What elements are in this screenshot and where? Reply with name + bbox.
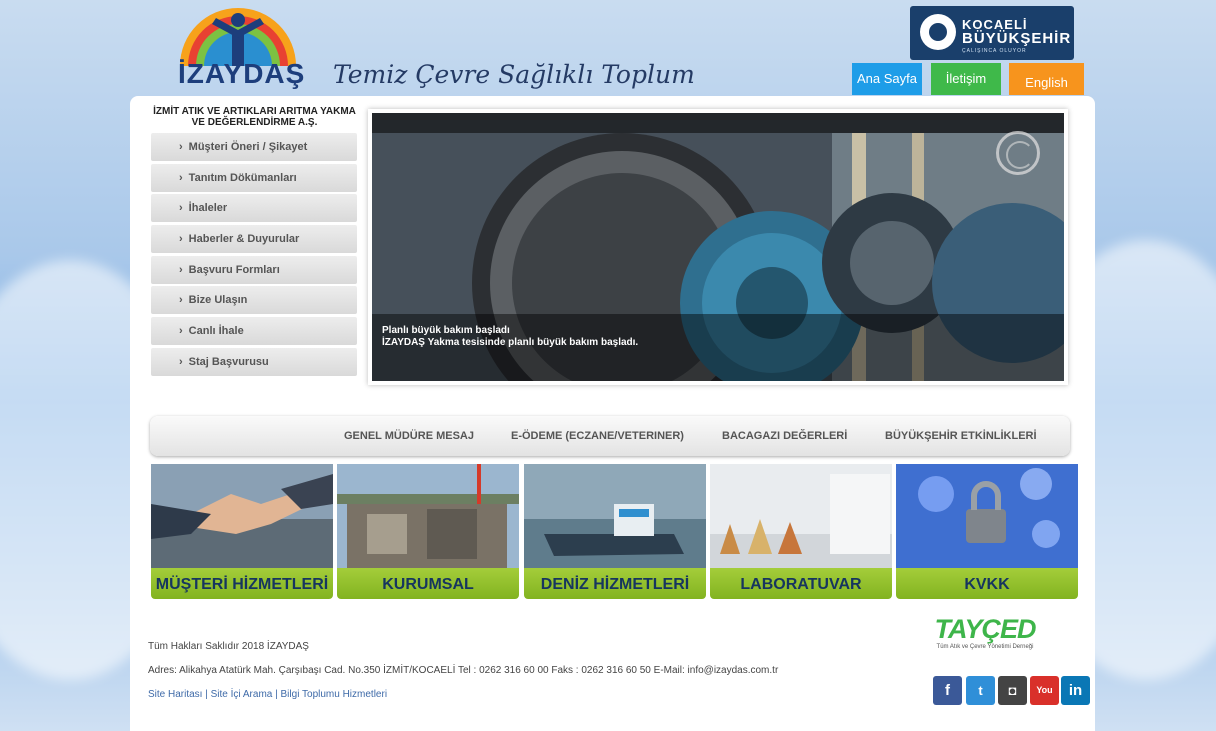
sidebar-menu: › Müşteri Öneri / Şikayet › Tanıtım Döküma… [151,133,357,379]
chevron-right-icon: › [179,202,183,215]
tile-image-boat [524,464,706,568]
sidebar-item-news[interactable]: › Haberler & Duyurular [151,225,357,254]
news-slider[interactable]: Planlı büyük bakım başladı İZAYDAŞ Yakma… [368,109,1068,385]
sidebar-item-label: Başvuru Formları [188,263,280,276]
sidebar-item-live-tender[interactable]: › Canlı İhale [151,317,357,346]
chevron-right-icon: › [179,294,183,307]
footer-address: Adres: Alikahya Atatürk Mah. Çarşıbaşı C… [148,665,779,676]
chevron-right-icon: › [179,171,183,184]
izaydas-logo[interactable]: İZAYDAŞ [178,6,306,90]
tile-laboratory[interactable]: LABORATUVAR [710,464,892,599]
tile-image-handshake [151,464,333,568]
sidebar-item-contact[interactable]: › Bize Ulaşın [151,286,357,315]
footer-link-sitemap[interactable]: Site Haritası [148,689,202,700]
linkedin-icon[interactable]: in [1061,676,1090,705]
sidebar-item-label: Tanıtım Dökümanları [188,171,297,184]
slider-loading-icon [996,131,1040,175]
slider-caption-title: Planlı büyük bakım başladı [382,325,510,336]
footer-links: Site Haritası | Site İçi Arama | Bilgi T… [148,689,387,700]
logo-emblem [180,8,296,66]
tile-label: MÜŞTERİ HİZMETLERİ [151,568,333,599]
chevron-right-icon: › [179,233,183,246]
tayced-logo-text: TAYÇED [934,614,1037,644]
facebook-icon[interactable]: f [933,676,962,705]
tile-marine-services[interactable]: DENİZ HİZMETLERİ [524,464,706,599]
twitter-icon[interactable]: t [966,676,995,705]
slider-caption[interactable]: Planlı büyük bakım başladı İZAYDAŞ Yakma… [372,314,1064,381]
tile-image-padlock [896,464,1078,568]
quick-link-flue-gas[interactable]: BACAGAZI DEĞERLERİ [722,430,847,442]
sidebar-item-label: İhaleler [188,202,228,215]
sidebar-item-tenders[interactable]: › İhaleler [151,194,357,223]
youtube-icon[interactable]: You [1030,676,1059,705]
footer-separator: | [205,689,208,700]
tile-kvkk[interactable]: KVKK [896,464,1078,599]
slider-caption-text: İZAYDAŞ Yakma tesisinde planlı büyük bak… [382,337,639,348]
chevron-right-icon: › [179,141,183,153]
sidebar-item-label: Haberler & Duyurular [188,233,300,246]
sidebar-item-forms[interactable]: › Başvuru Formları [151,255,357,284]
tile-customer-services[interactable]: MÜŞTERİ HİZMETLERİ [151,464,333,599]
tile-image-plant [337,464,519,568]
footer-copyright: Tüm Hakları Saklıdır 2018 İZAYDAŞ [148,641,309,652]
sidebar-item-documents[interactable]: › Tanıtım Dökümanları [151,163,357,192]
tile-corporate[interactable]: KURUMSAL [337,464,519,599]
tile-label: DENİZ HİZMETLERİ [524,568,706,599]
instagram-icon[interactable]: ◘ [998,676,1027,705]
tile-label: KVKK [896,568,1078,599]
kocaeli-buyuksehir-logo[interactable]: KOCAELİ BÜYÜKŞEHİR ÇALIŞINCA OLUYOR [910,6,1074,60]
sidebar-item-label: Canlı İhale [188,325,244,338]
quick-link-metropolitan-events[interactable]: BÜYÜKŞEHİR ETKİNLİKLERİ [885,430,1037,442]
kocaeli-emblem-icon [920,14,956,50]
quick-link-e-payment[interactable]: E-ÖDEME (ECZANE/VETERINER) [511,430,684,442]
quick-link-gm-message[interactable]: GENEL MÜDÜRE MESAJ [344,430,474,442]
sidebar-item-label: Staj Başvurusu [188,355,269,368]
chevron-right-icon: › [179,325,183,338]
sidebar-item-label: Bize Ulaşın [188,294,248,307]
home-button[interactable]: Ana Sayfa [852,63,922,95]
kocaeli-logo-line2: BÜYÜKŞEHİR [962,30,1072,47]
tayced-logo[interactable]: TAYÇED Tüm Atık ve Çevre Yönetimi Derneğ… [922,614,1048,654]
chevron-right-icon: › [179,355,183,368]
sidebar-item-complaints[interactable]: › Müşteri Öneri / Şikayet [151,133,357,161]
footer-separator: | [275,689,278,700]
footer-link-info-services[interactable]: Bilgi Toplumu Hizmetleri [281,689,388,700]
english-button[interactable]: English [1009,63,1084,95]
tile-label: KURUMSAL [337,568,519,599]
tile-label: LABORATUVAR [710,568,892,599]
contact-button[interactable]: İletişim [931,63,1001,95]
chevron-right-icon: › [179,263,183,276]
tayced-tagline: Tüm Atık ve Çevre Yönetimi Derneği [936,644,1034,650]
tile-image-lab [710,464,892,568]
kocaeli-logo-line3: ÇALIŞINCA OLUYOR [962,48,1027,54]
company-name: İZMİT ATIK VE ARTIKLARI ARITMA YAKMA VE … [153,106,356,128]
slogan: Temiz Çevre Sağlıklı Toplum [333,60,695,89]
quick-links-bar: GENEL MÜDÜRE MESAJ E-ÖDEME (ECZANE/VETER… [150,416,1070,456]
sidebar-item-label: Müşteri Öneri / Şikayet [188,141,308,153]
footer-link-site-search[interactable]: Site İçi Arama [211,689,273,700]
logo-text: İZAYDAŞ [178,58,306,89]
sidebar-item-internship[interactable]: › Staj Başvurusu [151,347,357,376]
